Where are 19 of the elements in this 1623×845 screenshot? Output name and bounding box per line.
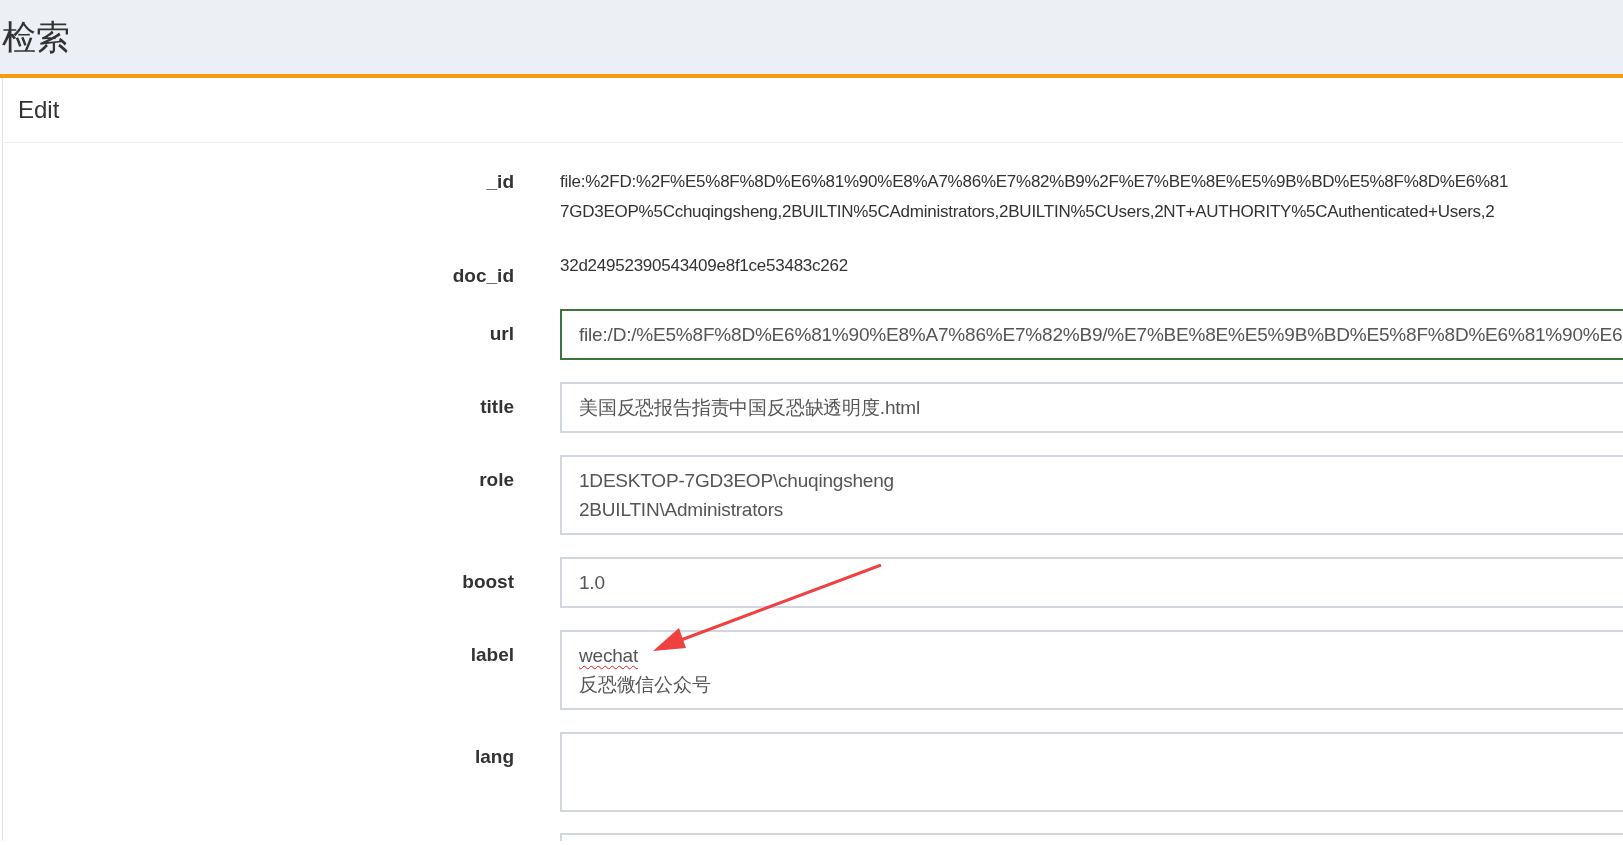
page-title: 检索 [1,17,70,58]
field-value: 7GD3EOP%5Cchuqingsheng,2BUILTIN%5CAdministrators,2BUILTIN%5CUsers,2NT+AUTHORITY%5CAuthenticated+Users,2 [560,201,1495,223]
text-area[interactable]: wechat 反恐微信公众号 [560,630,1623,710]
field-label: _id [486,171,514,193]
field-label: boost [462,571,514,593]
field-label: url [489,323,514,345]
text-area[interactable]: 1DESKTOP-7GD3EOP\chuqingsheng 2BUILTIN\Administrators [560,455,1623,535]
field-label: doc_id [452,265,514,287]
text-area[interactable] [560,732,1623,812]
field-label: lang [474,746,514,768]
panel-title: Edit [18,96,60,124]
field-value: file:%2FD:%2F%E5%8F%8D%E6%81%90%E8%A7%86%E7%82%B9%2F%E7%BE%8E%E5%9B%BD%E5%8F%8D%E6%81 [560,171,1509,193]
field-value: 32d24952390543409e8f1ce53483c262 [560,255,848,277]
input-field[interactable]: 1.0 [560,557,1623,608]
field-label: label [470,644,514,666]
field-label: title [480,396,514,418]
input-field[interactable]: 美国反恐报告指责中国反恐缺透明度.html [560,382,1623,433]
input-field[interactable]: file:/D:/%E5%8F%8D%E6%81%90%E8%A7%86%E7%82%B9/%E7%BE%8E%E5%9B%BD%E5%8F%8D%E6%81%90%E6 [560,309,1623,360]
field-label: role [479,469,514,491]
